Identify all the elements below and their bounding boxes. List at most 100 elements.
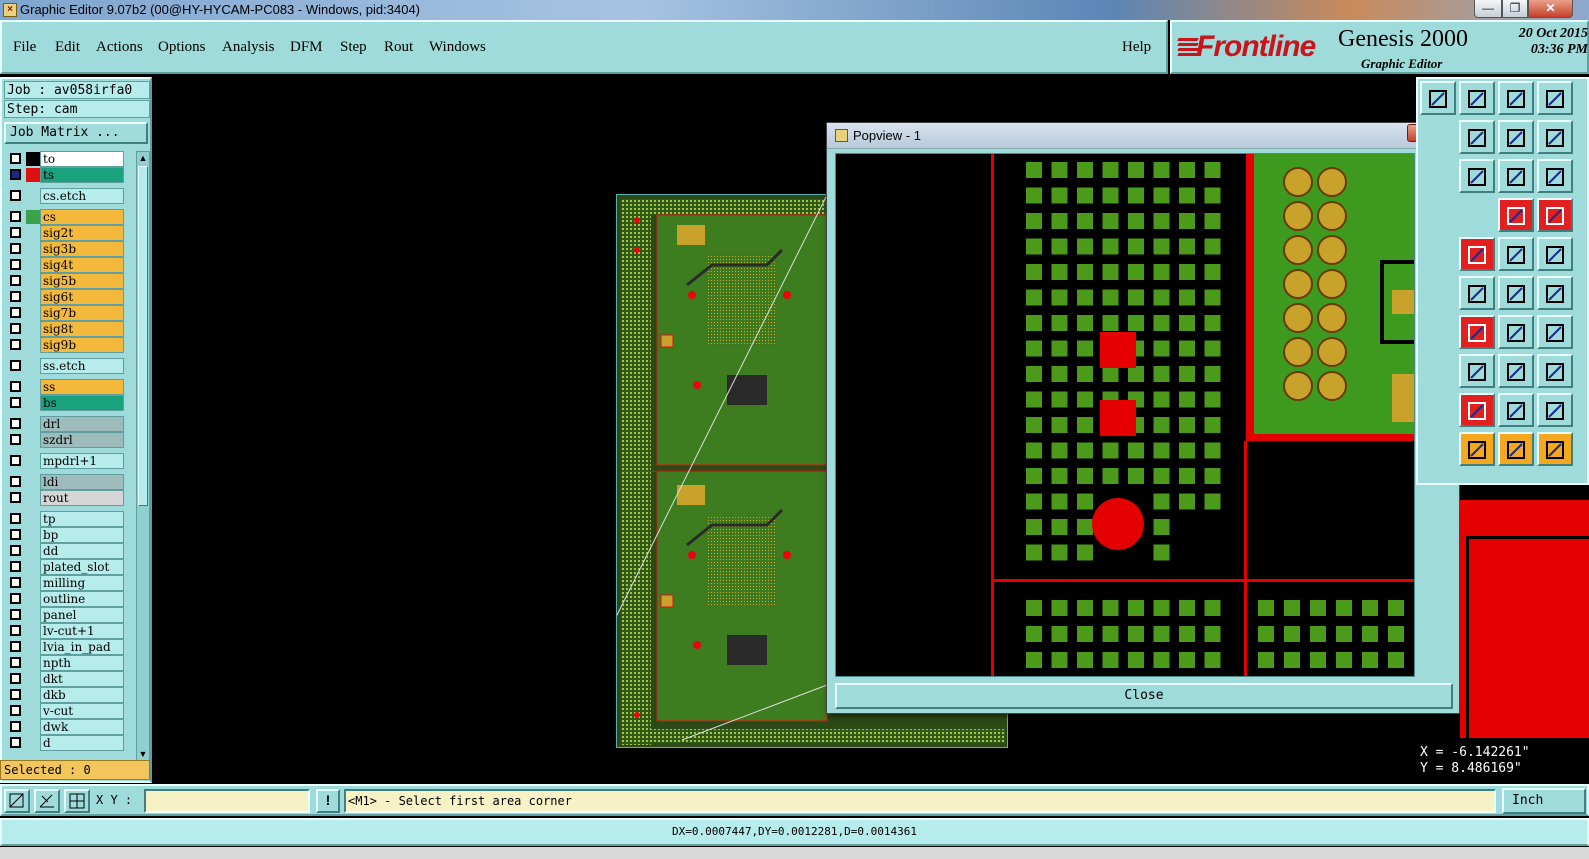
layer-name[interactable]: bp [40, 527, 124, 543]
undo-icon[interactable] [1498, 120, 1534, 154]
menu-actions[interactable]: Actions [96, 39, 143, 56]
menu-edit[interactable]: Edit [55, 39, 80, 56]
layer-name[interactable]: dkt [40, 671, 124, 687]
layer-row-sig8t[interactable]: sig8t [4, 321, 132, 337]
layer-row-plated-slot[interactable]: plated_slot [4, 559, 132, 575]
layer-name[interactable]: mpdrl+1 [40, 453, 124, 469]
layer-row-dkb[interactable]: dkb [4, 687, 132, 703]
layer-row-ss[interactable]: ss [4, 379, 132, 395]
layer-row-rout[interactable]: rout [4, 490, 132, 506]
xy-input[interactable] [144, 789, 310, 813]
layer-checkbox[interactable] [10, 227, 21, 238]
connect-alt-icon[interactable] [1537, 198, 1573, 232]
layer-checkbox[interactable] [10, 339, 21, 350]
scale-icon[interactable] [1498, 159, 1534, 193]
layer-row-sig7b[interactable]: sig7b [4, 305, 132, 321]
redraw-icon[interactable] [1459, 120, 1495, 154]
menu-options[interactable]: Options [158, 39, 206, 56]
layer-checkbox[interactable] [10, 418, 21, 429]
scroll-down-icon[interactable]: ▼ [138, 748, 148, 760]
layer-name[interactable]: rout [40, 490, 124, 506]
layer-checkbox[interactable] [10, 360, 21, 371]
layer-row-v-cut[interactable]: v-cut [4, 703, 132, 719]
layer-checkbox[interactable] [10, 455, 21, 466]
text-alt-icon[interactable] [1537, 393, 1573, 427]
popview-canvas[interactable] [835, 153, 1415, 677]
layer-scrollbar[interactable]: ▲ ▼ [136, 151, 150, 761]
layer-row-sig3b[interactable]: sig3b [4, 241, 132, 257]
layer-row-d[interactable]: d [4, 735, 132, 751]
text-icon[interactable] [1459, 393, 1495, 427]
layer-checkbox[interactable] [10, 323, 21, 334]
line-tool-icon[interactable] [1459, 237, 1495, 271]
layer-row-npth[interactable]: npth [4, 655, 132, 671]
rotate-icon[interactable] [1498, 315, 1534, 349]
draw-line-icon[interactable] [1459, 315, 1495, 349]
layer-checkbox[interactable] [10, 529, 21, 540]
layer-row-outline[interactable]: outline [4, 591, 132, 607]
layer-name[interactable]: drl [40, 416, 124, 432]
popview-close-button[interactable]: Close [835, 683, 1453, 709]
layer-name[interactable]: sig5b [40, 273, 124, 289]
layer-row-ts[interactable]: ts [4, 167, 132, 183]
layer-name[interactable]: szdrl [40, 432, 124, 448]
text-red-icon[interactable] [1498, 393, 1534, 427]
layer-color-swatch[interactable] [26, 168, 40, 182]
minimize-button[interactable]: — [1474, 0, 1502, 18]
move-icon[interactable] [1498, 276, 1534, 310]
angle-mode-icon[interactable] [34, 789, 60, 813]
layer-checkbox[interactable] [10, 492, 21, 503]
message-alert-icon[interactable]: ! [316, 789, 340, 813]
connect-icon[interactable] [1498, 198, 1534, 232]
home-icon[interactable] [1498, 81, 1534, 115]
layer-checkbox[interactable] [10, 211, 21, 222]
layer-name[interactable]: v-cut [40, 703, 124, 719]
layer-checkbox[interactable] [10, 593, 21, 604]
layer-name[interactable]: to [40, 151, 124, 167]
layer-checkbox[interactable] [10, 721, 21, 732]
pan-icon[interactable] [1459, 159, 1495, 193]
scroll-thumb[interactable] [138, 166, 148, 506]
menu-help[interactable]: Help [1122, 39, 1151, 56]
layer-row-ldi[interactable]: ldi [4, 474, 132, 490]
layer-checkbox[interactable] [10, 737, 21, 748]
layer-checkbox[interactable] [10, 190, 21, 201]
open-job-icon[interactable] [1420, 81, 1456, 115]
layer-checkbox[interactable] [10, 381, 21, 392]
layer-name[interactable]: outline [40, 591, 124, 607]
layer-checkbox[interactable] [10, 169, 21, 180]
fit-icon[interactable] [1498, 354, 1534, 388]
layer-row-sig2t[interactable]: sig2t [4, 225, 132, 241]
layer-checkbox[interactable] [10, 577, 21, 588]
help-icon[interactable] [1537, 159, 1573, 193]
layer-row-dkt[interactable]: dkt [4, 671, 132, 687]
layer-checkbox[interactable] [10, 609, 21, 620]
layer-checkbox[interactable] [10, 689, 21, 700]
layer-name[interactable]: cs [40, 209, 124, 225]
layer-name[interactable]: d [40, 735, 124, 751]
layer-row-milling[interactable]: milling [4, 575, 132, 591]
layer-row-bs[interactable]: bs [4, 395, 132, 411]
layer-name[interactable]: sig7b [40, 305, 124, 321]
layer-row-dwk[interactable]: dwk [4, 719, 132, 735]
layer-checkbox[interactable] [10, 705, 21, 716]
layer-name[interactable]: ldi [40, 474, 124, 490]
layer-checkbox[interactable] [10, 275, 21, 286]
snap-mode-icon[interactable] [4, 789, 30, 813]
layer-color-swatch[interactable] [26, 210, 40, 224]
layer-checkbox[interactable] [10, 397, 21, 408]
layer-name[interactable]: sig6t [40, 289, 124, 305]
save-icon[interactable] [1459, 81, 1495, 115]
maximize-button[interactable]: ❐ [1502, 0, 1528, 18]
layer-row-ss-etch[interactable]: ss.etch [4, 358, 132, 374]
delete-icon[interactable] [1459, 276, 1495, 310]
layer-row-sig5b[interactable]: sig5b [4, 273, 132, 289]
layer-name[interactable]: sig3b [40, 241, 124, 257]
layer-checkbox[interactable] [10, 476, 21, 487]
layer-name[interactable]: dd [40, 543, 124, 559]
layer-name[interactable]: plated_slot [40, 559, 124, 575]
layer-name[interactable]: ts [40, 167, 124, 183]
layer-name[interactable]: tp [40, 511, 124, 527]
menu-file[interactable]: File [13, 39, 36, 56]
layer-checkbox[interactable] [10, 243, 21, 254]
